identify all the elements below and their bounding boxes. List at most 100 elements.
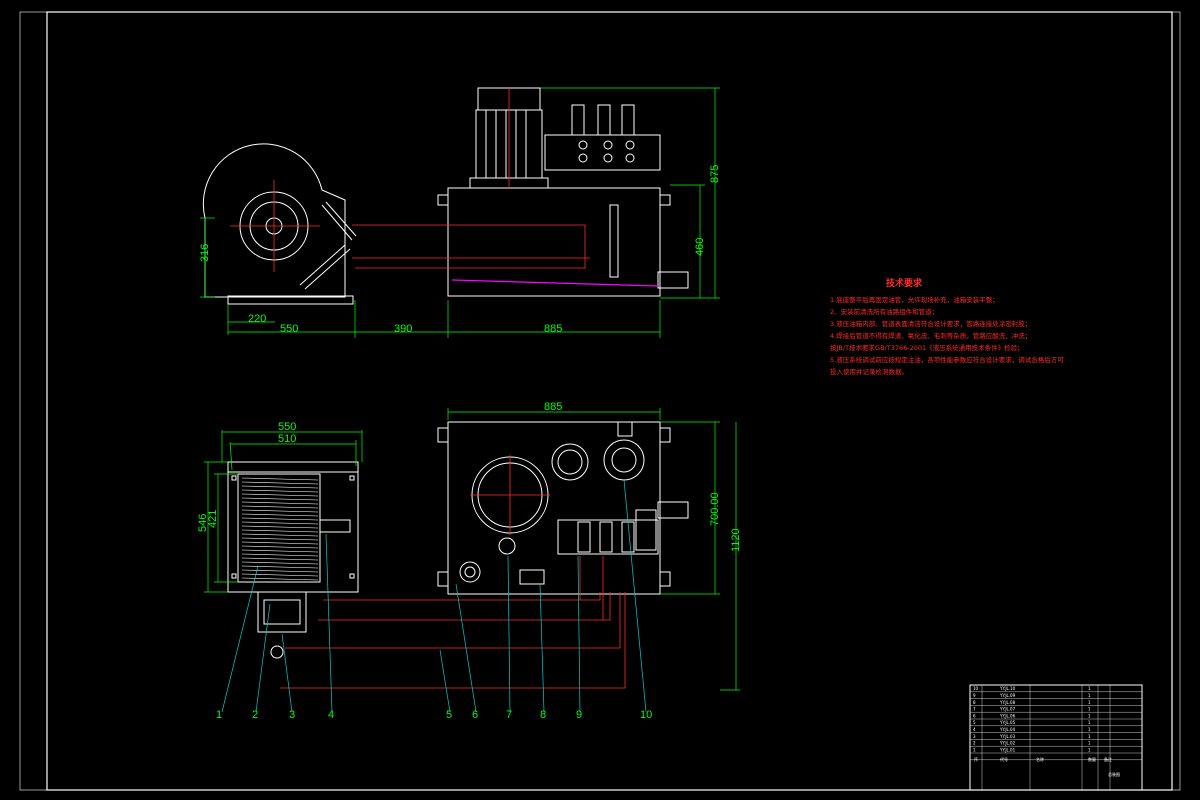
title-block-cell: 6: [973, 713, 976, 718]
drum-winding-line: [241, 565, 319, 569]
drum-winding-line: [241, 533, 319, 537]
balloon-5: 5: [446, 709, 452, 721]
drum-winding-line: [241, 497, 319, 501]
drum-winding-line: [241, 481, 319, 485]
tech-note-line-1: 1.底座整平后再固定油管，允许现场补充，油箱安装平整；: [830, 295, 999, 304]
drum-winding-line: [241, 557, 319, 561]
balloon-10: 10: [640, 709, 652, 721]
winch-side-view: [202, 143, 357, 305]
title-block: 10 YY.JL.10 1 9 YY.JL.09 1 8 YY.JL.08 1 7 YY.JL.07…: [969, 684, 1143, 791]
balloon-2: 2: [252, 709, 258, 721]
title-block-cell: 7: [973, 707, 976, 712]
title-block-cell: YY.JL.03: [999, 734, 1016, 739]
title-block-cell: YY.JL.01: [999, 747, 1016, 752]
title-block-cell: YY.JL.10: [999, 686, 1016, 691]
drum-winding-line: [241, 577, 319, 581]
outer-frame: [19, 11, 1181, 791]
drum-winding-line: [241, 489, 319, 493]
drum-winding-line: [241, 505, 319, 509]
dim-510: 510: [278, 433, 296, 445]
tech-note-line-2: 2、安装前清洗所有油路组件和管道；: [830, 307, 938, 316]
title-block-cell: 3: [973, 734, 976, 739]
dim-875: 875: [709, 165, 721, 183]
title-block-cell: YY.JL.04: [999, 727, 1016, 732]
title-block-cell: 1: [1088, 686, 1091, 691]
title-block-cell: 4: [973, 727, 976, 732]
tech-notes-title: 技术要求: [886, 277, 923, 289]
dim-550-bottom: 550: [278, 421, 296, 433]
title-block-cell: 1: [1088, 707, 1091, 712]
title-block-cell: YY.JL.07: [999, 707, 1016, 712]
title-block-cell: 1: [1088, 700, 1091, 705]
balloon-1: 1: [216, 709, 222, 721]
dim-700: 700.00: [709, 492, 721, 526]
drum-winding-line: [241, 549, 319, 553]
drum-winding-line: [241, 517, 319, 521]
dim-550-top: 550: [280, 323, 298, 335]
balloon-6: 6: [472, 709, 478, 721]
drum-winding-line: [241, 541, 319, 545]
title-block-cell: 2: [973, 741, 976, 746]
balloon-3: 3: [289, 709, 295, 721]
title-block-cell: YY.JL.09: [999, 693, 1016, 698]
dim-460: 460: [694, 238, 706, 256]
tb-header-seq: 序: [974, 756, 978, 762]
drum-winding-line: [241, 501, 319, 505]
drum-winding-line: [241, 553, 319, 557]
drum-winding-line: [241, 573, 319, 577]
dim-390: 390: [394, 323, 412, 335]
title-block-cell: 1: [973, 747, 976, 752]
tech-note-line-7: 投入使用并记录检测数据。: [830, 367, 908, 376]
title-block-cell: YY.JL.05: [999, 720, 1016, 725]
leader-lines: [221, 479, 647, 713]
title-block-cell: 1: [1088, 741, 1091, 746]
drum-winding-line: [241, 485, 319, 489]
drum-winding-line: [241, 513, 319, 517]
cad-drawing: 316 220 550 390 885 875 460 技术要求 1.底座整平后…: [19, 11, 1181, 791]
drum-winding-line: [241, 561, 319, 565]
drum-winding-line: [241, 529, 319, 533]
tb-header-remark: 备注: [1104, 756, 1112, 762]
balloon-4: 4: [328, 709, 334, 721]
hydraulic-tank-elevation: [352, 87, 689, 297]
title-block-cell: 5: [973, 720, 976, 725]
title-block-cell: 1: [1088, 747, 1091, 752]
tech-note-line-6: 5.液压系统调试前应按规定注油，各项性能参数应符合设计要求，调试合格后方可: [830, 355, 1064, 364]
title-block-cell: 10: [973, 686, 979, 691]
tb-header-qty: 数量: [1088, 756, 1096, 762]
balloon-9: 9: [576, 709, 582, 721]
title-block-cell: 1: [1088, 734, 1091, 739]
drum-winding-line: [241, 545, 319, 549]
tb-header-name: 名称: [1036, 756, 1044, 762]
hydraulic-piping: [280, 556, 626, 689]
drum-winding-line: [241, 525, 319, 529]
tech-note-line-4: 4.焊接后管道不得有焊渣、氧化皮、毛刺等杂质，管路应酸洗、冲洗；: [830, 331, 1031, 340]
title-block-cell: 1: [1088, 693, 1091, 698]
drum-winding-line: [241, 493, 319, 497]
title-block-cell: YY.JL.08: [999, 700, 1016, 705]
title-block-cell: 9: [973, 693, 976, 698]
hydraulic-tank-plan: [437, 421, 689, 595]
top-dimension-lines: [200, 87, 720, 338]
tech-note-line-3: 3.液压油箱内部、管道表面清洁符合设计要求，管路连接处涂密封胶；: [830, 319, 1031, 328]
winch-plan-view: [227, 461, 359, 659]
drum-winding-line: [241, 509, 319, 513]
title-block-cell: 1: [1088, 720, 1091, 725]
tb-header-code: 代号: [1000, 756, 1008, 762]
title-block-cell: YY.JL.06: [999, 713, 1016, 718]
dim-885-top: 885: [544, 323, 562, 335]
title-block-cell: 8: [973, 700, 976, 705]
title-block-cell: YY.JL.02: [999, 741, 1016, 746]
tb-drawing-name: 总装图: [1108, 771, 1120, 777]
drum-winding-line: [241, 569, 319, 573]
drum-winding-line: [241, 537, 319, 541]
dim-421: 421: [207, 510, 219, 528]
tech-note-line-5: 按JB/T技术要求GB/T3766-2001《液压系统通用技术条件》检验；: [830, 343, 1024, 352]
drum-winding-line: [241, 521, 319, 525]
drum-winding-line: [241, 477, 319, 481]
balloon-8: 8: [540, 709, 546, 721]
dim-220: 220: [248, 313, 266, 325]
technical-requirements: 技术要求 1.底座整平后再固定油管，允许现场补充，油箱安装平整； 2、安装前清洗…: [830, 277, 1064, 376]
title-block-cell: 1: [1088, 727, 1091, 732]
dim-885-bottom: 885: [544, 401, 562, 413]
